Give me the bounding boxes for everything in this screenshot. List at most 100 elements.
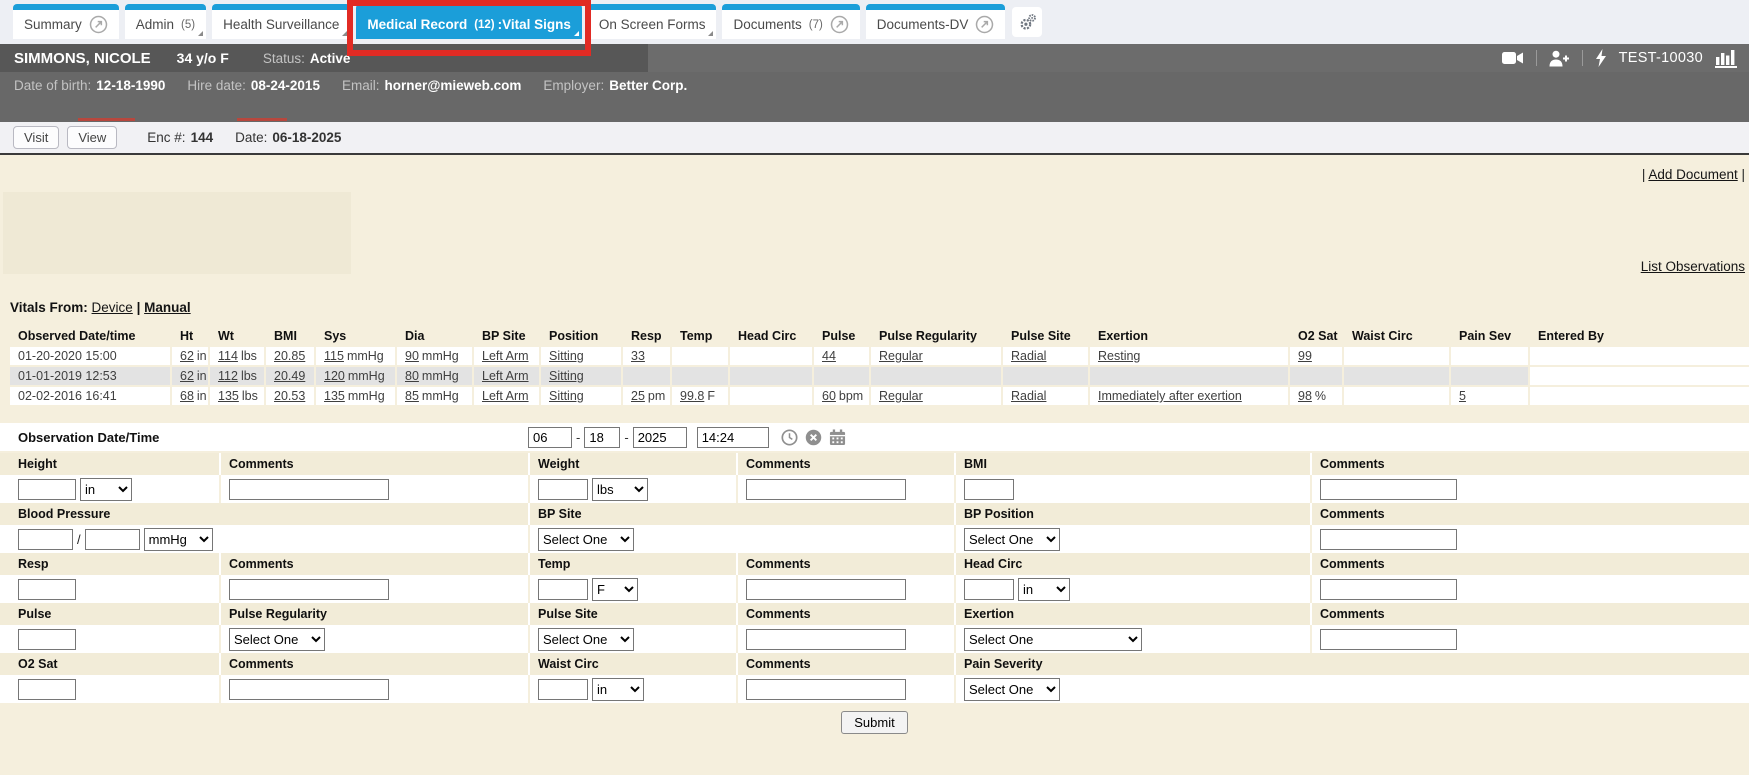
bp-site-select[interactable]: Select One [538, 528, 634, 551]
o2-sat-input[interactable] [18, 679, 76, 700]
head-circ-input[interactable] [964, 579, 1014, 600]
cell-value-link[interactable]: 80 [405, 369, 419, 383]
cell-value-link[interactable]: 20.85 [274, 349, 305, 363]
cell-value-link[interactable]: 62 [180, 349, 194, 363]
device-link[interactable]: Device [92, 300, 133, 315]
waist-circ-input[interactable] [538, 679, 588, 700]
bmi-input[interactable] [964, 479, 1014, 500]
exertion-select[interactable]: Select One [964, 628, 1142, 651]
add-person-icon[interactable] [1549, 50, 1570, 67]
list-observations-link[interactable]: List Observations [1641, 259, 1745, 274]
bp-site-label: BP Site [538, 507, 582, 521]
tab-documents-dv[interactable]: Documents-DV [866, 4, 1006, 39]
weight-select[interactable]: lbs [592, 478, 648, 501]
cell-value-link[interactable]: Radial [1011, 349, 1046, 363]
cell-value-link[interactable]: 135 [218, 389, 239, 403]
height-input[interactable] [18, 479, 76, 500]
cell-value-link[interactable]: 115 [324, 349, 344, 363]
weight-input[interactable] [538, 479, 588, 500]
comments-input[interactable] [1320, 579, 1457, 600]
pulse-regularity-select[interactable]: Select One [229, 628, 325, 651]
video-camera-icon[interactable] [1502, 51, 1524, 65]
tab-summary[interactable]: Summary [13, 4, 119, 39]
cell-value-link[interactable]: 90 [405, 349, 419, 363]
blood-pressure-input[interactable] [85, 529, 140, 550]
cell-value-link[interactable]: 60 [822, 389, 836, 403]
comments-input[interactable] [229, 479, 389, 500]
tab-count: (12) [474, 19, 494, 31]
tab-medical-record[interactable]: Medical Record(12):Vital Signs [356, 4, 582, 39]
cell-value-link[interactable]: 99 [1298, 349, 1312, 363]
cell-value-link[interactable]: 20.49 [274, 369, 305, 383]
comments-input[interactable] [229, 679, 389, 700]
cell-value-link[interactable]: 62 [180, 369, 194, 383]
cell-value-link[interactable]: 114 [218, 349, 238, 363]
cell-value-link[interactable]: 120 [324, 369, 345, 383]
tab-admin[interactable]: Admin(5) [125, 4, 206, 39]
cell-value-link[interactable]: Sitting [549, 369, 584, 383]
cell-value-link[interactable]: 68 [180, 389, 194, 403]
visit-button[interactable]: Visit [13, 126, 59, 149]
tab-health-surveillance[interactable]: Health Surveillance [212, 4, 350, 39]
obs-day-input[interactable] [584, 427, 620, 448]
cell-value-link[interactable]: Left Arm [482, 389, 529, 403]
comments-input[interactable] [229, 579, 389, 600]
cell-value-link[interactable]: 20.53 [274, 389, 305, 403]
height-select[interactable]: in [80, 478, 132, 501]
view-button[interactable]: View [67, 126, 117, 149]
cell-value-link[interactable]: Immediately after exertion [1098, 389, 1242, 403]
cell-value-link[interactable]: 25 [631, 389, 645, 403]
cell-value-link[interactable]: Left Arm [482, 349, 529, 363]
cell-value-link[interactable]: Radial [1011, 389, 1046, 403]
clock-icon[interactable] [781, 429, 798, 446]
comments-input[interactable] [746, 679, 906, 700]
temp-select[interactable]: F [592, 578, 638, 601]
cell-value-link[interactable]: Left Arm [482, 369, 529, 383]
head-circ-select[interactable]: in [1018, 578, 1070, 601]
comments-input[interactable] [746, 579, 906, 600]
manual-link[interactable]: Manual [144, 300, 191, 315]
comments-input[interactable] [1320, 479, 1457, 500]
lightning-icon[interactable] [1595, 49, 1607, 67]
clear-icon[interactable] [805, 429, 822, 446]
open-in-new-icon[interactable] [89, 15, 108, 34]
tab-on-screen-forms[interactable]: On Screen Forms [588, 4, 717, 39]
settings-button[interactable] [1012, 7, 1042, 37]
tab-documents[interactable]: Documents(7) [722, 4, 859, 39]
cell-value-link[interactable]: 5 [1459, 389, 1466, 403]
resp-input[interactable] [18, 579, 76, 600]
pain-severity-select[interactable]: Select One [964, 678, 1060, 701]
obs-time-input[interactable] [697, 427, 769, 448]
submit-button[interactable]: Submit [841, 711, 907, 734]
cell-value-link[interactable]: Sitting [549, 349, 584, 363]
bar-chart-icon[interactable] [1715, 49, 1737, 68]
cell-value-link[interactable]: 135 [324, 389, 345, 403]
obs-year-input[interactable] [633, 427, 687, 448]
cell-value-link[interactable]: 99.8 [680, 389, 704, 403]
bp-position-select[interactable]: Select One [964, 528, 1060, 551]
cell-value-link[interactable]: Sitting [549, 389, 584, 403]
pulse-input[interactable] [18, 629, 76, 650]
cell-value-link[interactable]: 44 [822, 349, 836, 363]
blood-pressure-select[interactable]: mmHg [144, 528, 213, 551]
comments-input[interactable] [746, 629, 906, 650]
waist-circ-select[interactable]: in [592, 678, 644, 701]
calendar-icon[interactable] [829, 429, 846, 446]
cell-value-link[interactable]: 33 [631, 349, 645, 363]
comments-input[interactable] [746, 479, 906, 500]
add-document-link[interactable]: Add Document [1648, 167, 1737, 182]
comments-input[interactable] [1320, 629, 1457, 650]
obs-month-input[interactable] [528, 427, 572, 448]
comments-input[interactable] [1320, 529, 1457, 550]
cell-value-link[interactable]: Regular [879, 349, 923, 363]
cell-value-link[interactable]: 98 [1298, 389, 1312, 403]
cell-value-link[interactable]: Resting [1098, 349, 1140, 363]
open-in-new-icon[interactable] [975, 15, 994, 34]
temp-input[interactable] [538, 579, 588, 600]
open-in-new-icon[interactable] [830, 15, 849, 34]
cell-value-link[interactable]: Regular [879, 389, 923, 403]
cell-value-link[interactable]: 112 [218, 369, 238, 383]
cell-value-link[interactable]: 85 [405, 389, 419, 403]
pulse-site-select[interactable]: Select One [538, 628, 634, 651]
blood-pressure-input[interactable] [18, 529, 73, 550]
